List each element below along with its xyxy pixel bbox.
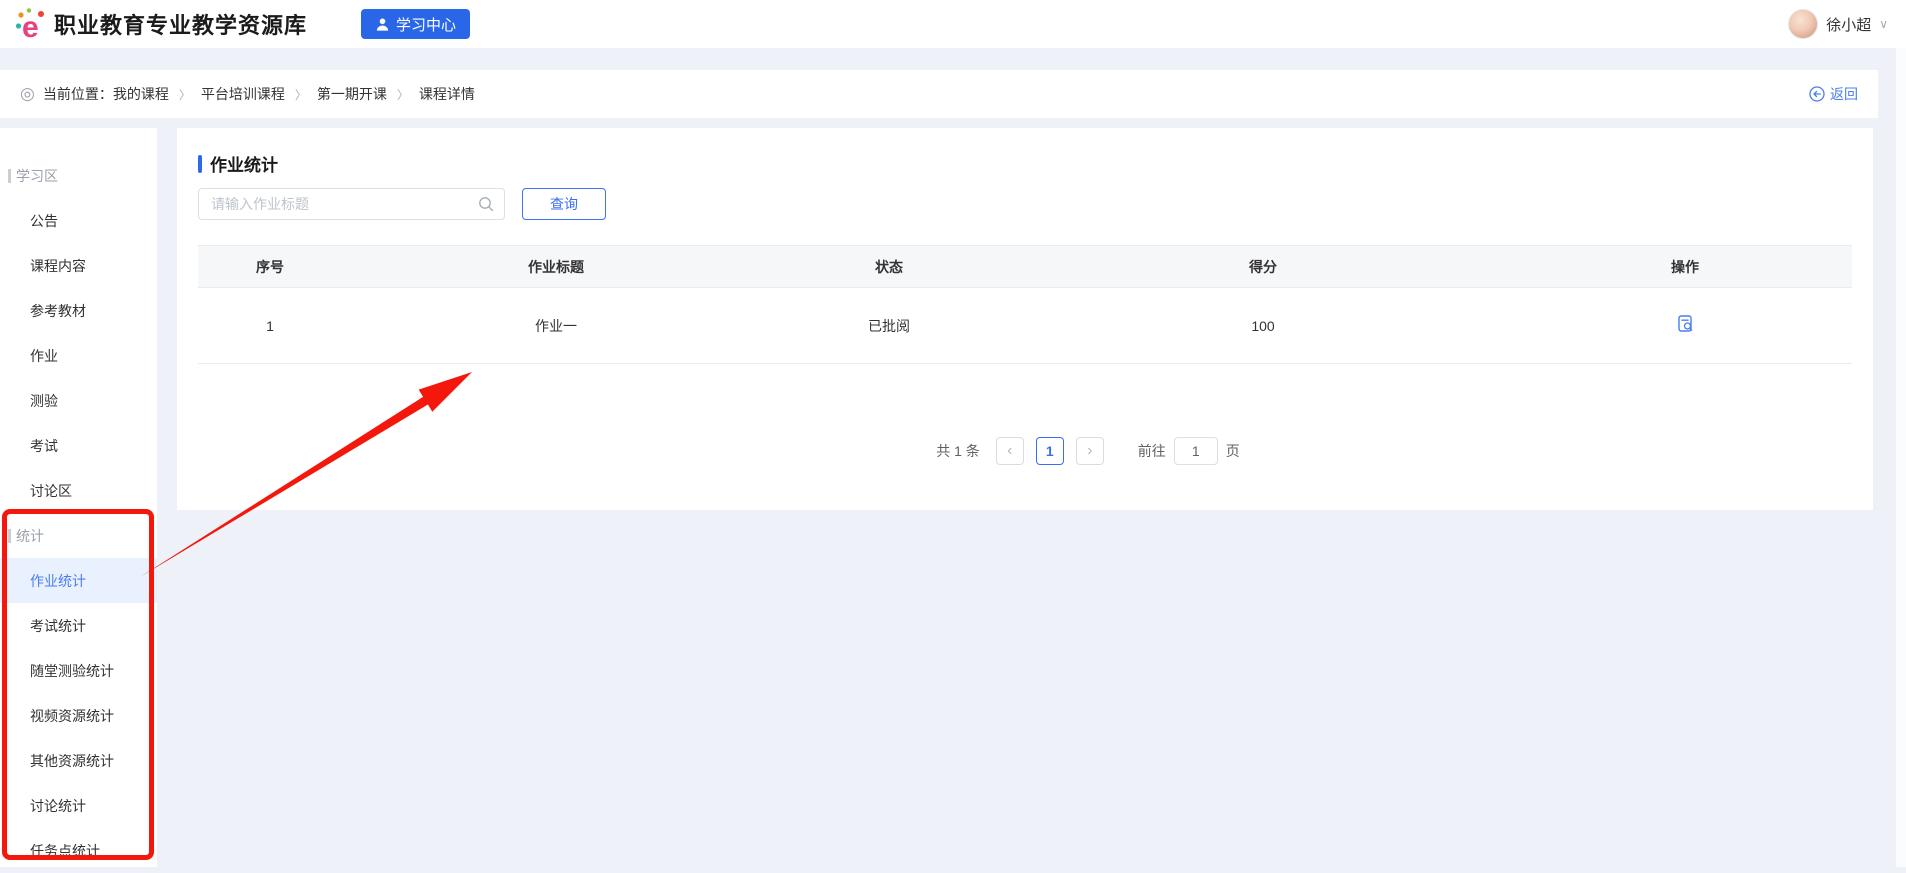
breadcrumb-separator: 〉 [179,86,191,103]
location-icon: ◎ [20,84,35,104]
chevron-down-icon: ∨ [1879,17,1888,31]
current-page-button[interactable]: 1 [1036,437,1064,465]
query-button[interactable]: 查询 [522,188,606,220]
user-menu[interactable]: 徐小超 ∨ [1788,9,1888,39]
cell-title: 作业一 [342,288,770,364]
back-link[interactable]: 返回 [1809,84,1858,104]
user-name: 徐小超 [1826,14,1871,35]
column-header-no: 序号 [198,246,342,288]
table-header-row: 序号 作业标题 状态 得分 操作 [198,246,1852,288]
page-title-block: 作业统计 [198,151,278,176]
section-bar [8,529,11,543]
sidebar-section-study: 学习区 [0,153,157,198]
cell-status: 已批阅 [770,288,1008,364]
sidebar-item-quiz-stats[interactable]: 随堂测验统计 [0,648,157,693]
view-details-button[interactable] [1676,314,1694,334]
sidebar-item-course-content[interactable]: 课程内容 [0,243,157,288]
sidebar-item-announcements[interactable]: 公告 [0,198,157,243]
search-input[interactable] [198,188,505,220]
sidebar-item-discussion[interactable]: 讨论区 [0,468,157,513]
pagination: 共 1 条 ‹ 1 › 前往 页 [261,436,1906,466]
page-title: 作业统计 [210,151,278,176]
sidebar-item-other-resource-stats[interactable]: 其他资源统计 [0,738,157,783]
column-header-score: 得分 [1008,246,1518,288]
breadcrumb-item-course-detail: 课程详情 [419,84,475,104]
learning-center-label: 学习中心 [396,14,456,35]
total-count: 共 1 条 [936,441,980,461]
sidebar-item-quiz[interactable]: 测验 [0,378,157,423]
sidebar-section-statistics: 统计 [0,513,157,558]
sidebar-item-reference-materials[interactable]: 参考教材 [0,288,157,333]
sidebar-item-discussion-stats[interactable]: 讨论统计 [0,783,157,828]
column-header-actions: 操作 [1518,246,1852,288]
search-row: 查询 [198,188,606,220]
table-row: 1 作业一 已批阅 100 [198,288,1852,364]
breadcrumb-item-my-courses[interactable]: 我的课程 [113,84,169,104]
sidebar-item-video-resource-stats[interactable]: 视频资源统计 [0,693,157,738]
title-accent-bar [198,155,202,173]
scrollbar-track[interactable] [1895,0,1906,867]
document-search-icon [1676,314,1694,334]
sidebar-item-homework-stats[interactable]: 作业统计 [0,558,157,603]
page-unit-label: 页 [1226,441,1240,461]
svg-text:e: e [22,11,39,42]
search-icon [477,195,495,213]
goto-label: 前往 [1138,441,1166,461]
main-card: 作业统计 查询 序号 作业标题 状态 得分 操作 [177,128,1873,510]
app-title: 职业教育专业教学资源库 [54,8,307,40]
cell-no: 1 [198,288,342,364]
section-bar [8,169,11,183]
back-label: 返回 [1830,84,1858,104]
person-icon [375,17,390,32]
breadcrumb-bar: ◎ 当前位置： 我的课程 〉 平台培训课程 〉 第一期开课 〉 课程详情 返回 [0,70,1878,118]
search-field-wrap [198,188,505,220]
learning-center-button[interactable]: 学习中心 [361,9,470,39]
sidebar: 学习区 公告 课程内容 参考教材 作业 测验 考试 讨论区 统计 作业统计 考试… [0,128,157,867]
breadcrumb-item-first-session[interactable]: 第一期开课 [317,84,387,104]
prev-page-button[interactable]: ‹ [996,437,1024,465]
column-header-title: 作业标题 [342,246,770,288]
sidebar-item-task-point-stats[interactable]: 任务点统计 [0,828,157,873]
goto-page-input[interactable] [1174,437,1218,465]
homework-table: 序号 作业标题 状态 得分 操作 1 作业一 已批阅 100 [198,245,1852,364]
sidebar-item-homework[interactable]: 作业 [0,333,157,378]
sidebar-item-exam-stats[interactable]: 考试统计 [0,603,157,648]
app-header: e 职业教育专业教学资源库 学习中心 徐小超 ∨ [0,0,1906,48]
next-page-button[interactable]: › [1076,437,1104,465]
app-logo-icon: e [14,6,48,42]
user-avatar[interactable] [1788,9,1818,39]
column-header-status: 状态 [770,246,1008,288]
back-arrow-icon [1809,86,1825,102]
breadcrumb-item-platform-training[interactable]: 平台培训课程 [201,84,285,104]
sidebar-item-exam[interactable]: 考试 [0,423,157,468]
breadcrumb-separator: 〉 [397,86,409,103]
breadcrumb-separator: 〉 [295,86,307,103]
breadcrumb-prefix: 当前位置： [43,84,113,104]
cell-score: 100 [1008,288,1518,364]
